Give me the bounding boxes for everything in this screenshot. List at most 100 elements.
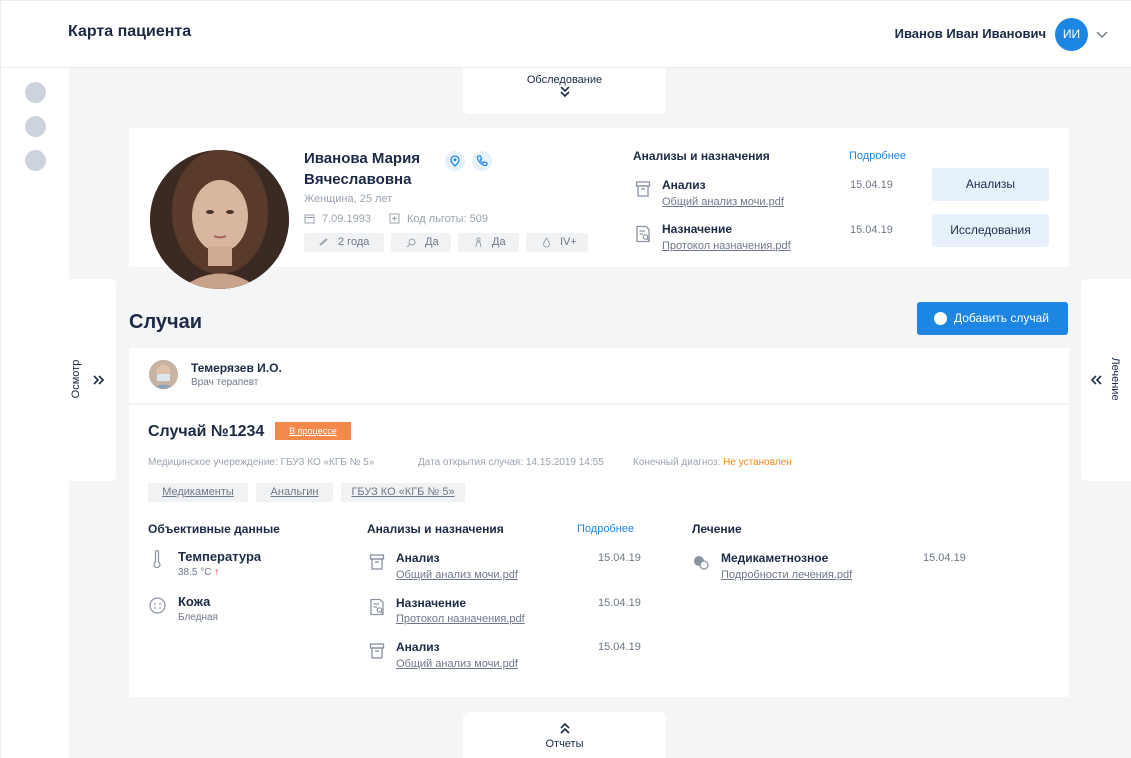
tab-checkup[interactable]: Осмотр bbox=[69, 279, 116, 481]
patient-doc-date-2: 15.04.19 bbox=[850, 224, 893, 236]
case-diagnosis-label: Конечный диагноз: bbox=[633, 457, 721, 468]
patient-docs-title: Анализы и назначения bbox=[633, 149, 770, 163]
patient-benefit-code: Код льготы: 509 bbox=[407, 213, 488, 225]
doctor-avatar bbox=[149, 360, 178, 389]
pills-icon bbox=[694, 556, 709, 570]
archive-icon bbox=[369, 554, 385, 570]
patient-photo bbox=[150, 150, 289, 289]
case-doc-title-2: Назначение bbox=[396, 596, 467, 610]
left-rail bbox=[1, 1, 69, 758]
chip-allergy-label: Да bbox=[425, 236, 439, 248]
temperature-number: 38.5 °С bbox=[178, 567, 212, 578]
chip-disability-label: Да bbox=[492, 236, 506, 248]
chip-blood-type: IV+ bbox=[526, 233, 588, 252]
person-icon bbox=[475, 237, 482, 248]
patient-docs-more-link[interactable]: Подробнее bbox=[849, 150, 906, 162]
double-chevron-left-icon bbox=[1091, 375, 1102, 385]
nav-item-1[interactable] bbox=[25, 82, 46, 103]
treatment-title: Лечение bbox=[692, 522, 742, 536]
chip-smoking: 2 года bbox=[304, 233, 384, 252]
cigarette-icon bbox=[319, 238, 328, 246]
case-doc-title-3: Анализ bbox=[396, 640, 440, 654]
tab-checkup-label: Осмотр bbox=[70, 359, 82, 399]
patient-name: Иванова Мария Вячеславовна bbox=[304, 150, 421, 188]
analyses-button[interactable]: Анализы bbox=[932, 168, 1049, 201]
tab-reports-label: Отчеты bbox=[545, 738, 584, 750]
temperature-value: 38.5 °С ↑ bbox=[178, 567, 219, 578]
case-open-date-value: 14.15.2019 14:55 bbox=[525, 457, 604, 468]
archive-icon bbox=[635, 181, 651, 197]
case-doc-link-2[interactable]: Протокол назначения.pdf bbox=[396, 613, 525, 625]
tab-treatment[interactable]: Лечение bbox=[1081, 279, 1131, 481]
tab-treatment-label: Лечение bbox=[1109, 357, 1121, 401]
chip-blood-type-label: IV+ bbox=[560, 236, 577, 248]
case-analyses-more-link[interactable]: Подробнее bbox=[577, 523, 634, 535]
treatment-doc-title-1: Медикаметнозное bbox=[721, 551, 829, 565]
header: Карта пациента Иванов Иван Иванович ИИ bbox=[1, 1, 1131, 68]
thermometer-icon bbox=[153, 550, 161, 569]
prescription-icon bbox=[370, 598, 384, 616]
drop-icon bbox=[542, 237, 551, 248]
phone-button[interactable] bbox=[472, 151, 492, 171]
case-diagnosis-value: Не установлен bbox=[723, 457, 792, 468]
user-avatar[interactable]: ИИ bbox=[1055, 18, 1088, 51]
patient-doc-link-2[interactable]: Протокол назначения.pdf bbox=[662, 240, 791, 252]
calendar-icon bbox=[304, 214, 315, 224]
temperature-trend: ↑ bbox=[214, 567, 220, 578]
tag-institution[interactable]: ГБУЗ КО «КГБ № 5» bbox=[341, 483, 465, 502]
case-institution-label: Медицинское учереждение: bbox=[148, 457, 278, 468]
double-chevron-up-icon bbox=[559, 722, 570, 734]
chip-smoking-label: 2 года bbox=[338, 236, 370, 248]
chip-allergy: Да bbox=[391, 233, 451, 252]
phone-icon bbox=[476, 155, 488, 167]
double-chevron-down-icon bbox=[559, 86, 570, 98]
case-institution: Медицинское учереждение: ГБУЗ КО «КГБ № … bbox=[148, 457, 374, 468]
case-card bbox=[129, 405, 1069, 697]
archive-icon bbox=[369, 643, 385, 659]
case-doc-title-1: Анализ bbox=[396, 551, 440, 565]
tab-examination-label: Обследование bbox=[526, 74, 603, 86]
page-title: Карта пациента bbox=[68, 23, 192, 40]
tag-medication[interactable]: Медикаменты bbox=[148, 483, 248, 502]
patient-birth-date: 7.09.1993 bbox=[322, 213, 371, 225]
double-chevron-right-icon bbox=[93, 375, 105, 385]
case-doc-link-3[interactable]: Общий анализ мочи.pdf bbox=[396, 658, 518, 670]
app-window: Карта пациента Иванов Иван Иванович ИИ О… bbox=[0, 0, 1131, 758]
nav-item-2[interactable] bbox=[25, 116, 46, 137]
research-button[interactable]: Исследования bbox=[932, 214, 1049, 247]
case-institution-value: ГБУЗ КО «КГБ № 5» bbox=[280, 457, 375, 468]
treatment-doc-link-1[interactable]: Подробности лечения.pdf bbox=[721, 569, 852, 581]
case-doc-link-1[interactable]: Общий анализ мочи.pdf bbox=[396, 569, 518, 581]
status-badge[interactable]: В процессе bbox=[275, 422, 351, 440]
nav-item-3[interactable] bbox=[25, 150, 46, 171]
tag-analgin[interactable]: Анальгин bbox=[256, 483, 333, 502]
skin-title: Кожа bbox=[178, 594, 211, 609]
case-title: Случай №1234 bbox=[148, 423, 265, 440]
prescription-icon bbox=[636, 225, 650, 243]
case-doc-date-2: 15.04.19 bbox=[598, 597, 641, 609]
chip-disability: Да bbox=[458, 233, 519, 252]
objective-title: Объективные данные bbox=[148, 522, 280, 536]
doctor-bar bbox=[129, 348, 1069, 404]
case-open-date-label: Дата открытия случая: bbox=[418, 457, 524, 468]
plus-square-icon bbox=[389, 213, 400, 224]
patient-doc-date-1: 15.04.19 bbox=[850, 179, 893, 191]
doctor-name: Темерязев И.О. bbox=[191, 361, 282, 375]
temperature-title: Температура bbox=[178, 549, 262, 564]
skin-value: Бледная bbox=[178, 612, 218, 623]
skin-icon bbox=[149, 597, 166, 614]
tab-reports[interactable]: Отчеты bbox=[463, 712, 666, 758]
patient-doc-title-1: Анализ bbox=[662, 178, 706, 192]
chevron-down-icon[interactable] bbox=[1095, 27, 1109, 41]
patient-doc-link-1[interactable]: Общий анализ мочи.pdf bbox=[662, 196, 784, 208]
user-name[interactable]: Иванов Иван Иванович bbox=[895, 26, 1046, 41]
patient-doc-title-2: Назначение bbox=[662, 222, 733, 236]
tab-examination[interactable]: Обследование bbox=[463, 68, 666, 114]
case-doc-date-3: 15.04.19 bbox=[598, 641, 641, 653]
cases-title: Случаи bbox=[129, 311, 203, 333]
case-analyses-title: Анализы и назначения bbox=[367, 522, 504, 536]
location-button[interactable] bbox=[445, 151, 465, 171]
bee-icon bbox=[406, 238, 416, 248]
add-case-button[interactable]: Добавить случай bbox=[917, 302, 1068, 335]
case-doc-date-1: 15.04.19 bbox=[598, 552, 641, 564]
